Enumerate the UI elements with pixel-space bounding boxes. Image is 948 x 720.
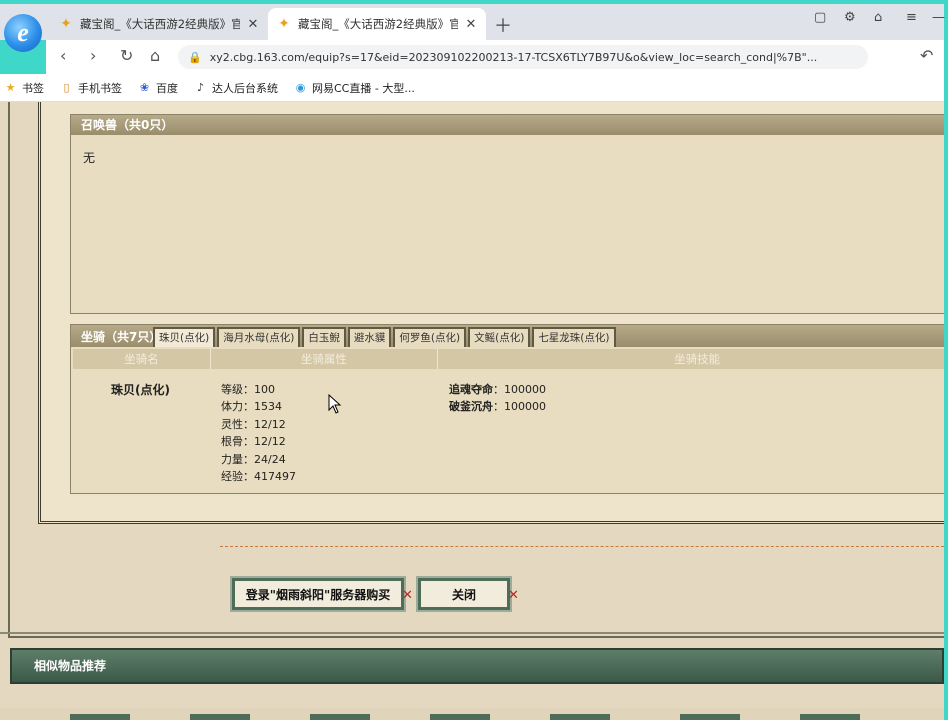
attr-line: 等级：100 xyxy=(221,383,275,396)
mount-name: 珠贝(点化) xyxy=(111,383,170,397)
bookmark-item[interactable]: ▯ 手机书签 xyxy=(60,80,122,96)
back-icon[interactable]: ‹ xyxy=(60,46,66,65)
mount-tab[interactable]: 珠贝(点化) xyxy=(153,327,216,347)
mount-tab[interactable]: 何罗鱼(点化) xyxy=(393,327,467,347)
bookmark-item[interactable]: ❀ 百度 xyxy=(138,80,178,96)
close-tab-icon[interactable]: ✕ xyxy=(464,17,478,32)
dashed-divider xyxy=(220,546,944,547)
tab-title: 藏宝阁_《大话西游2经典版》官方 xyxy=(80,17,240,31)
menu-icon[interactable]: ≡ xyxy=(906,10,917,25)
mount-tab[interactable]: 海月水母(点化) xyxy=(217,327,301,347)
strip-decoration xyxy=(310,714,370,720)
column-header: 坐骑名 xyxy=(73,349,211,369)
mount-header: 坐骑（共7只） 珠贝(点化) 海月水母(点化) 白玉鲵 避水貘 何罗鱼(点化) … xyxy=(71,325,944,347)
bookmark-item[interactable]: ♪ 达人后台系统 xyxy=(194,80,278,96)
cc-icon: ◉ xyxy=(295,81,306,94)
button-ornament-icon: ✕ xyxy=(402,588,413,603)
mount-tab[interactable]: 七星龙珠(点化) xyxy=(532,327,616,347)
attr-line: 灵性：12/12 xyxy=(221,417,286,431)
mount-tabs: 珠贝(点化) 海月水母(点化) 白玉鲵 避水貘 何罗鱼(点化) 文鳐(点化) 七… xyxy=(153,327,616,347)
mount-attributes: 等级：100 体力：1534 灵性：12/12 根骨：12/12 力量：24/2… xyxy=(221,381,296,485)
mount-tab[interactable]: 文鳐(点化) xyxy=(468,327,531,347)
tab-list-icon[interactable]: ▢ xyxy=(814,10,826,25)
url-text: xy2.cbg.163.com/equip?s=17&eid=202309102… xyxy=(209,50,818,64)
button-ornament-icon: ✕ xyxy=(508,588,519,603)
undo-icon[interactable]: ↶ xyxy=(920,46,933,65)
summon-content: 无 xyxy=(83,151,96,165)
mobile-icon: ▯ xyxy=(63,81,70,94)
attr-line: 根骨：12/12 xyxy=(221,435,286,449)
reload-icon[interactable]: ↻ xyxy=(120,46,133,65)
summon-title: 召唤兽（共0只） xyxy=(71,115,944,135)
mouse-cursor-icon xyxy=(328,394,342,414)
strip-decoration xyxy=(70,714,130,720)
strip-decoration xyxy=(430,714,490,720)
close-tab-icon[interactable]: ✕ xyxy=(246,17,260,32)
skill-line: 破釜沉舟：100000 xyxy=(449,400,546,414)
shirt-icon[interactable]: ⌂ xyxy=(874,10,882,25)
home-icon[interactable]: ⌂ xyxy=(150,46,160,65)
bookmark-item[interactable]: ★ 书签 xyxy=(4,80,44,96)
tab-title: 藏宝阁_《大话西游2经典版》官方 xyxy=(298,17,458,31)
strip-decoration xyxy=(800,714,860,720)
mount-row: 珠贝(点化) 等级：100 体力：1534 灵性：12/12 根骨：12/12 … xyxy=(71,369,944,489)
url-field[interactable]: 🔒 xy2.cbg.163.com/equip?s=17&eid=2023091… xyxy=(178,45,868,69)
browser-logo[interactable]: e xyxy=(0,4,46,62)
strip-decoration xyxy=(550,714,610,720)
forward-icon[interactable]: › xyxy=(90,46,96,65)
minimize-icon[interactable]: — xyxy=(932,10,945,25)
extension-icon[interactable]: ⚙ xyxy=(844,10,856,25)
site-favicon-icon: ✦ xyxy=(278,16,290,32)
attr-line: 力量：24/24 xyxy=(221,452,286,466)
site-favicon-icon: ✦ xyxy=(60,16,72,32)
mount-panel: 坐骑（共7只） 珠贝(点化) 海月水母(点化) 白玉鲵 避水貘 何罗鱼(点化) … xyxy=(70,324,944,494)
bookmarks-bar: ★ 书签 ▯ 手机书签 ❀ 百度 ♪ 达人后台系统 ◉ 网易CC直播 - 大型... xyxy=(0,74,944,102)
column-header: 坐骑属性 xyxy=(211,349,439,369)
mount-tab[interactable]: 避水貘 xyxy=(347,327,392,347)
column-header: 坐骑技能 xyxy=(438,349,944,369)
strip-decoration xyxy=(680,714,740,720)
lock-icon: 🔒 xyxy=(188,50,202,64)
browser-tab-2[interactable]: ✦ 藏宝阁_《大话西游2经典版》官方 ✕ xyxy=(268,8,486,40)
mount-column-headers: 坐骑名 坐骑属性 坐骑技能 xyxy=(73,349,944,369)
baidu-icon: ❀ xyxy=(139,81,150,94)
attr-line: 经验：417497 xyxy=(221,470,296,484)
close-button[interactable]: 关闭 xyxy=(416,576,512,612)
similar-items-header: 相似物品推荐 xyxy=(10,648,944,684)
bookmark-item[interactable]: ◉ 网易CC直播 - 大型... xyxy=(294,80,415,96)
tiktok-icon: ♪ xyxy=(196,81,205,94)
browser-tab-1[interactable]: ✦ 藏宝阁_《大话西游2经典版》官方 ✕ xyxy=(50,8,268,40)
skill-line: 追魂夺命：100000 xyxy=(449,383,546,396)
browser-logo-icon: e xyxy=(4,14,42,52)
page-content: 召唤兽（共0只） 无 坐骑（共7只） 珠贝(点化) 海月水母(点化) 白玉鲵 避… xyxy=(0,102,944,720)
attr-line: 体力：1534 xyxy=(221,400,282,414)
star-icon: ★ xyxy=(5,81,16,94)
summon-panel: 召唤兽（共0只） 无 xyxy=(70,114,944,314)
new-tab-icon[interactable]: ＋ xyxy=(494,12,512,38)
strip-decoration xyxy=(190,714,250,720)
mount-skills: 追魂夺命：100000 破釜沉舟：100000 xyxy=(449,381,546,416)
mount-tab[interactable]: 白玉鲵 xyxy=(302,327,346,347)
mount-title: 坐骑（共7只） xyxy=(81,330,162,344)
section-divider xyxy=(0,632,944,634)
buy-button[interactable]: 登录"烟雨斜阳"服务器购买 xyxy=(230,576,406,612)
